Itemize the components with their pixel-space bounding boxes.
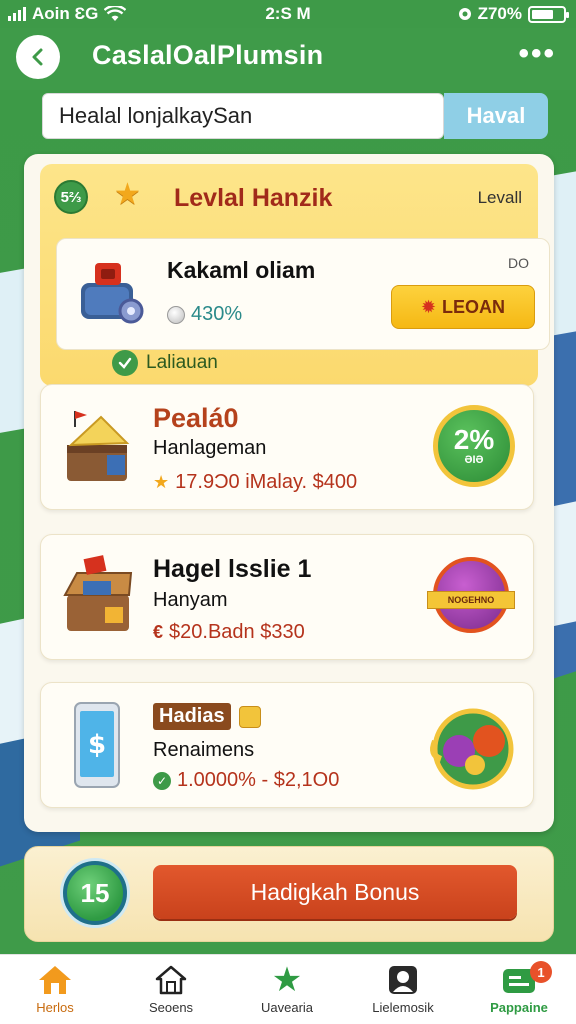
claim-button[interactable]: ✹ LEOAN xyxy=(391,285,535,329)
search-input[interactable] xyxy=(42,93,444,139)
coin-box-icon xyxy=(238,705,261,728)
offer-meta-text: 17.9Ɔ0 iMalay. $400 xyxy=(175,471,358,493)
check-icon xyxy=(112,350,138,376)
fruit-platter-icon xyxy=(430,708,514,790)
more-options-icon[interactable]: ••• xyxy=(518,39,556,69)
svg-text:$: $ xyxy=(88,730,106,760)
claim-label: LEOAN xyxy=(442,296,506,317)
battery-percent: Z70% xyxy=(477,4,522,23)
tag-icon: € xyxy=(153,622,164,642)
featured-offer-corner: DO xyxy=(508,255,529,271)
nav-search[interactable]: Seoens xyxy=(116,963,226,1015)
house-outline-icon xyxy=(155,965,187,995)
reward-ribbon: NOGEHNO xyxy=(427,591,515,609)
featured-offer-progress: 430% xyxy=(167,303,242,326)
gift-box-icon xyxy=(67,411,130,481)
offer-meta: ✓ 1.0000% - $2,1O0 xyxy=(153,769,339,792)
search-button[interactable]: Haval xyxy=(444,93,548,139)
location-icon xyxy=(458,8,471,20)
reward-sub: ƏIƏ xyxy=(464,454,484,466)
level-link[interactable]: Levall xyxy=(478,188,522,208)
offer-title: Pealá0 xyxy=(153,403,239,433)
reward-badge[interactable]: 2% ƏIƏ xyxy=(433,405,515,487)
bonus-panel: 15 Hadigkah Bonus xyxy=(24,846,554,942)
status-right: Z70% xyxy=(458,4,569,24)
section-label-text: Laliauan xyxy=(146,352,218,373)
home-icon xyxy=(39,966,71,994)
bonus-button[interactable]: Hadigkah Bonus xyxy=(153,865,517,919)
back-button[interactable] xyxy=(16,35,60,79)
coin-icon xyxy=(167,305,185,324)
offer-subtitle: Hanyam xyxy=(153,589,228,611)
offer-title: Hagel lsslie 1 xyxy=(153,555,312,583)
nav-rewards[interactable]: Pappaine 1 xyxy=(464,961,574,1015)
star-icon: ★ xyxy=(153,472,170,492)
check-badge-icon: ✓ xyxy=(153,771,171,790)
battery-icon xyxy=(528,5,569,23)
app-title: CaslalOalPlumsin xyxy=(92,40,324,70)
mailbox-icon xyxy=(81,263,144,324)
back-arrow-icon xyxy=(32,48,43,66)
offer-row[interactable]: $ Hadias Renaimens ✓ 1.0000% - $2,1O0 xyxy=(40,682,534,808)
nav-profile[interactable]: Lielemosik xyxy=(348,963,458,1015)
star-icon: ★ xyxy=(114,178,141,211)
phone-icon: $ xyxy=(74,702,120,788)
level-badge: 5⅔ xyxy=(54,180,88,214)
offer-meta-text: 1.0000% - $2,1O0 xyxy=(177,769,340,791)
app-header: CaslalOalPlumsin ••• xyxy=(0,28,576,90)
status-bar: Aoin ƐG 2:S M Z70% xyxy=(0,0,576,28)
offer-subtitle: Renaimens xyxy=(153,739,255,761)
reward-value: 2% xyxy=(453,424,495,455)
offer-meta: ★ 17.9Ɔ0 iMalay. $400 xyxy=(153,471,357,494)
offer-title: Hadias xyxy=(153,703,261,730)
nav-home-label: Herlos xyxy=(36,1000,74,1015)
offers-card: 5⅔ ★ Levlal Hanzik Levall Kakaml oliam 4… xyxy=(24,154,554,832)
section-label: Laliauan xyxy=(112,350,218,376)
nav-rewards-label: Pappaine xyxy=(490,1000,548,1015)
nav-profile-label: Lielemosik xyxy=(372,1000,434,1015)
offer-title-text: Hadias xyxy=(153,703,231,730)
profile-icon xyxy=(389,966,417,994)
progress-text: 430% xyxy=(191,303,243,325)
star-icon: ★ xyxy=(271,961,303,999)
battery-level xyxy=(532,9,553,19)
offer-meta: € $20.Badn $330 xyxy=(153,621,305,644)
notification-badge: 1 xyxy=(530,961,552,983)
bottom-nav: Herlos Seoens ★ Uavearia Lielemosik Papp… xyxy=(0,954,576,1024)
gear-badge-icon: ✹ xyxy=(420,296,437,317)
treasure-chest-icon xyxy=(63,555,133,631)
reward-badge[interactable]: NOGEHNO xyxy=(427,555,515,643)
offer-row[interactable]: Hagel lsslie 1 Hanyam € $20.Badn $330 NO… xyxy=(40,534,534,660)
offer-subtitle: Hanlageman xyxy=(153,437,267,459)
nav-favorites[interactable]: ★ Uavearia xyxy=(232,963,342,1015)
offer-meta-text: $20.Badn $330 xyxy=(169,621,305,643)
level-title: Levlal Hanzik xyxy=(174,184,333,212)
offer-row[interactable]: Pealá0 Hanlageman ★ 17.9Ɔ0 iMalay. $400 … xyxy=(40,384,534,510)
featured-offer[interactable]: Kakaml oliam 430% DO ✹ LEOAN xyxy=(56,238,550,350)
nav-favorites-label: Uavearia xyxy=(260,1000,314,1015)
nav-home[interactable]: Herlos xyxy=(0,963,110,1015)
featured-offer-title: Kakaml oliam xyxy=(167,257,316,283)
nav-search-label: Seoens xyxy=(148,1000,194,1015)
bonus-badge: 15 xyxy=(63,861,127,925)
